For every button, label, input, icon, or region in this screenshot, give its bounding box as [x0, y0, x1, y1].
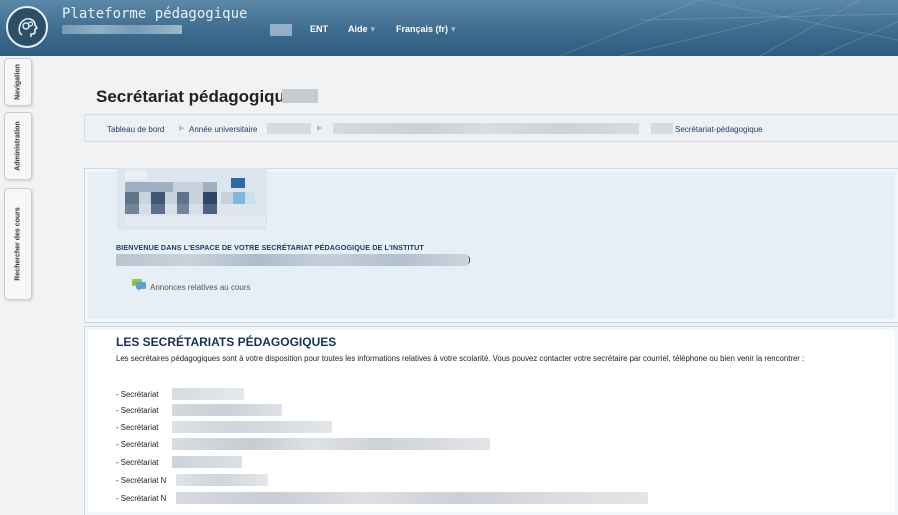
- redacted-subtitle: [62, 25, 182, 34]
- head-gears-icon: [18, 18, 39, 37]
- breadcrumb-current[interactable]: Secrétariat-pédagogique: [675, 125, 763, 134]
- redacted-menu-item: [270, 24, 292, 36]
- secretariats-heading: LES SECRÉTARIATS PÉDAGOGIQUES: [116, 335, 337, 349]
- annonces-link[interactable]: Annonces relatives au cours: [150, 283, 251, 292]
- breadcrumb-annee[interactable]: Année universitaire: [189, 125, 257, 134]
- list-item: - Secrétariat: [116, 390, 159, 399]
- redacted-text: [176, 492, 648, 504]
- site-logo[interactable]: [6, 6, 48, 48]
- list-item: - Secrétariat N: [116, 494, 167, 503]
- redacted-crumb: [267, 123, 311, 134]
- page-title: Secrétariat pédagogique: [96, 87, 295, 106]
- redacted-text: [172, 388, 244, 400]
- redacted-institute-logo: [117, 168, 267, 230]
- top-header: Plateforme pédagogique ENT Aide ▾ Françai…: [0, 0, 898, 56]
- tab-rechercher-des-cours[interactable]: Rechercher des cours: [4, 188, 32, 300]
- menu-aide[interactable]: Aide ▾: [348, 24, 375, 35]
- site-title[interactable]: Plateforme pédagogique: [62, 6, 247, 22]
- breadcrumb-separator-icon: ▶: [317, 125, 323, 132]
- chevron-down-icon: ▾: [370, 24, 376, 34]
- breadcrumb-dashboard[interactable]: Tableau de bord: [107, 125, 164, 134]
- welcome-closing-paren: ): [468, 255, 471, 264]
- redacted-text: [176, 474, 268, 486]
- redacted-text: [172, 421, 332, 433]
- chevron-down-icon: ▾: [451, 24, 456, 34]
- list-item: - Secrétariat N: [116, 476, 167, 485]
- redacted-title-suffix: [282, 89, 318, 103]
- list-item: - Secrétariat: [116, 440, 159, 449]
- redacted-institute-name: [116, 254, 468, 266]
- list-item: - Secrétariat: [116, 458, 159, 467]
- welcome-heading: BIENVENUE DANS L'ESPACE DE VOTRE SECRÉTA…: [116, 243, 424, 252]
- redacted-crumb: [651, 123, 673, 134]
- menu-language[interactable]: Français (fr) ▾: [396, 24, 456, 35]
- list-item: - Secrétariat: [116, 406, 159, 415]
- redacted-text: [172, 404, 282, 416]
- breadcrumb-separator-icon: ▶: [179, 125, 185, 132]
- redacted-crumb: [333, 123, 639, 134]
- menu-ent[interactable]: ENT: [310, 24, 328, 34]
- secretariats-description: Les secrétaires pédagogiques sont à votr…: [116, 354, 805, 363]
- forum-icon: [132, 279, 146, 291]
- redacted-text: [172, 438, 490, 450]
- tab-administration[interactable]: Administration: [4, 112, 32, 180]
- list-item: - Secrétariat: [116, 423, 159, 432]
- breadcrumb: Tableau de bord ▶ Année universitaire ▶ …: [84, 114, 898, 142]
- tab-navigation[interactable]: Navigation: [4, 58, 32, 106]
- redacted-text: [172, 456, 242, 468]
